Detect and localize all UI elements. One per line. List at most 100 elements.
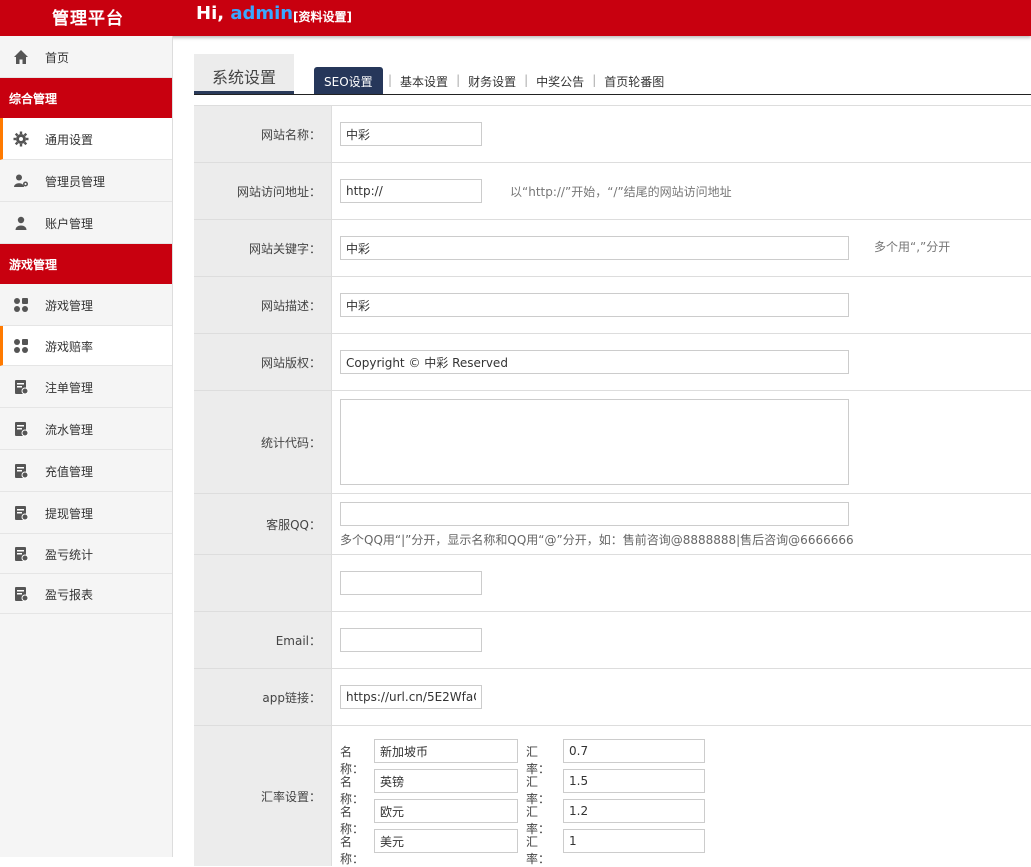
- sidebar-item-label: 游戏赔率: [45, 340, 94, 354]
- sidebar-item-withdraw-management[interactable]: 提现管理: [0, 492, 172, 534]
- sidebar-item-label: 提现管理: [45, 507, 94, 521]
- rate-value-input[interactable]: [563, 799, 705, 823]
- service-qq-hint: 多个QQ用“|”分开，显示名称和QQ用“@”分开，如：售前咨询@8888888|…: [340, 533, 854, 547]
- sidebar-item-game-odds[interactable]: 游戏赔率: [0, 326, 172, 366]
- username: admin: [230, 3, 294, 24]
- unlabeled-label: [194, 555, 332, 611]
- sidebar-item-recharge-management[interactable]: 充值管理: [0, 450, 172, 492]
- apps-icon: [14, 298, 28, 312]
- rate-value-label: 汇率：: [526, 805, 551, 836]
- rate-name-input[interactable]: [374, 769, 518, 793]
- form-row-description: 网站描述：: [194, 277, 1031, 334]
- document-icon: [15, 506, 29, 521]
- service-qq-label: 客服QQ：: [194, 494, 332, 554]
- form-row-exchange-rate: 汇率设置： 名称： 汇率： 名称： 汇率： 名称： 汇率： 名称：: [194, 726, 1031, 866]
- form-row-site-url: 网站访问地址： 以“http://”开始，“/”结尾的网站访问地址: [194, 163, 1031, 220]
- sidebar-item-label: 盈亏报表: [45, 588, 94, 602]
- keywords-label: 网站关键字：: [194, 220, 332, 276]
- app-link-input[interactable]: [340, 685, 482, 709]
- tab-bar: 系统设置 SEO设置 | 基本设置 | 财务设置 | 中奖公告 | 首页轮番图: [194, 54, 1031, 95]
- document-icon: [15, 422, 29, 437]
- sidebar-item-general-settings[interactable]: 通用设置: [0, 118, 172, 160]
- sidebar-item-label: 流水管理: [45, 423, 94, 437]
- greeting: Hi, admin: [196, 3, 293, 24]
- sidebar-item-home[interactable]: 首页: [0, 36, 172, 78]
- user-gear-icon: [14, 174, 28, 187]
- tab-finance-settings[interactable]: 财务设置: [468, 73, 516, 90]
- section-title: 系统设置: [194, 54, 294, 94]
- sidebar-item-label: 管理员管理: [45, 175, 106, 189]
- rate-name-input[interactable]: [374, 739, 518, 763]
- site-url-hint: 以“http://”开始，“/”结尾的网站访问地址: [510, 185, 732, 199]
- sidebar-group-game: 游戏管理: [0, 244, 172, 284]
- rate-value-input[interactable]: [563, 829, 705, 853]
- form-row-keywords: 网站关键字： 多个用“,”分开: [194, 220, 1031, 277]
- copyright-input[interactable]: [340, 350, 849, 374]
- brand-title: 管理平台: [52, 9, 124, 29]
- profile-settings-link[interactable]: [资料设置]: [293, 8, 352, 25]
- sidebar-item-flow-management[interactable]: 流水管理: [0, 408, 172, 450]
- tab-basic-settings[interactable]: 基本设置: [400, 73, 448, 90]
- sidebar-item-label: 注单管理: [45, 381, 94, 395]
- tab-seo-settings[interactable]: SEO设置: [314, 67, 383, 94]
- gear-icon: [13, 131, 29, 147]
- seo-settings-form: 网站名称： 网站访问地址： 以“http://”开始，“/”结尾的网站访问地址 …: [194, 105, 1031, 866]
- form-row-copyright: 网站版权：: [194, 334, 1031, 391]
- site-url-input[interactable]: [340, 179, 482, 203]
- email-input[interactable]: [340, 628, 482, 652]
- app-link-label: app链接：: [194, 669, 332, 725]
- rate-value-input[interactable]: [563, 739, 705, 763]
- rate-name-label: 名称：: [340, 835, 365, 866]
- exchange-rate-label: 汇率设置：: [194, 726, 332, 866]
- document-icon: [15, 587, 29, 602]
- document-icon: [15, 464, 29, 479]
- stats-code-label: 统计代码：: [194, 391, 332, 493]
- sidebar-group-general: 综合管理: [0, 78, 172, 118]
- form-row-service-qq: 客服QQ： 多个QQ用“|”分开，显示名称和QQ用“@”分开，如：售前咨询@88…: [194, 494, 1031, 555]
- user-icon: [15, 216, 27, 230]
- main-content: 系统设置 SEO设置 | 基本设置 | 财务设置 | 中奖公告 | 首页轮番图 …: [194, 54, 1031, 866]
- sidebar-item-label: 首页: [45, 51, 70, 65]
- keywords-hint: 多个用“,”分开: [874, 240, 951, 254]
- site-name-input[interactable]: [340, 122, 482, 146]
- sidebar-item-label: 通用设置: [45, 133, 94, 147]
- sidebar-item-label: 盈亏统计: [45, 548, 94, 562]
- sub-tabs: | 基本设置 | 财务设置 | 中奖公告 | 首页轮番图: [388, 73, 665, 90]
- rate-name-label: 名称：: [340, 805, 365, 836]
- sidebar-item-label: 充值管理: [45, 465, 94, 479]
- top-bar: 管理平台 Hi, admin [资料设置]: [0, 0, 1031, 36]
- rate-value-label: 汇率：: [526, 835, 551, 866]
- rate-name-label: 名称：: [340, 745, 365, 776]
- rate-name-label: 名称：: [340, 775, 365, 806]
- sidebar-item-label: 游戏管理: [45, 299, 94, 313]
- form-row-email: Email：: [194, 612, 1031, 669]
- rate-value-input[interactable]: [563, 769, 705, 793]
- sidebar-item-game-management[interactable]: 游戏管理: [0, 284, 172, 326]
- copyright-label: 网站版权：: [194, 334, 332, 390]
- description-input[interactable]: [340, 293, 849, 317]
- sidebar-item-profit-report[interactable]: 盈亏报表: [0, 574, 172, 614]
- form-row-unlabeled: [194, 555, 1031, 612]
- sidebar-item-profit-stats[interactable]: 盈亏统计: [0, 534, 172, 574]
- service-qq-input[interactable]: [340, 502, 849, 526]
- stats-code-textarea[interactable]: [340, 399, 849, 485]
- tab-homepage-carousel[interactable]: 首页轮番图: [604, 73, 664, 90]
- rate-value-label: 汇率：: [526, 775, 551, 806]
- apps-icon: [14, 339, 28, 353]
- unlabeled-input[interactable]: [340, 571, 482, 595]
- form-row-stats-code: 统计代码：: [194, 391, 1031, 494]
- description-label: 网站描述：: [194, 277, 332, 333]
- home-icon: [14, 50, 28, 64]
- site-name-label: 网站名称：: [194, 106, 332, 162]
- keywords-input[interactable]: [340, 236, 849, 260]
- sidebar-item-account-management[interactable]: 账户管理: [0, 202, 172, 244]
- rate-name-input[interactable]: [374, 799, 518, 823]
- document-icon: [15, 380, 29, 395]
- sidebar-item-admin-management[interactable]: 管理员管理: [0, 160, 172, 202]
- tab-winning-announcement[interactable]: 中奖公告: [536, 73, 584, 90]
- rate-name-input[interactable]: [374, 829, 518, 853]
- sidebar: 首页 综合管理 通用设置 管理员管理 账户管理 游戏管理 游戏管理 游戏赔率 注…: [0, 36, 173, 857]
- form-row-site-name: 网站名称：: [194, 106, 1031, 163]
- form-row-app-link: app链接：: [194, 669, 1031, 726]
- sidebar-item-bet-management[interactable]: 注单管理: [0, 366, 172, 408]
